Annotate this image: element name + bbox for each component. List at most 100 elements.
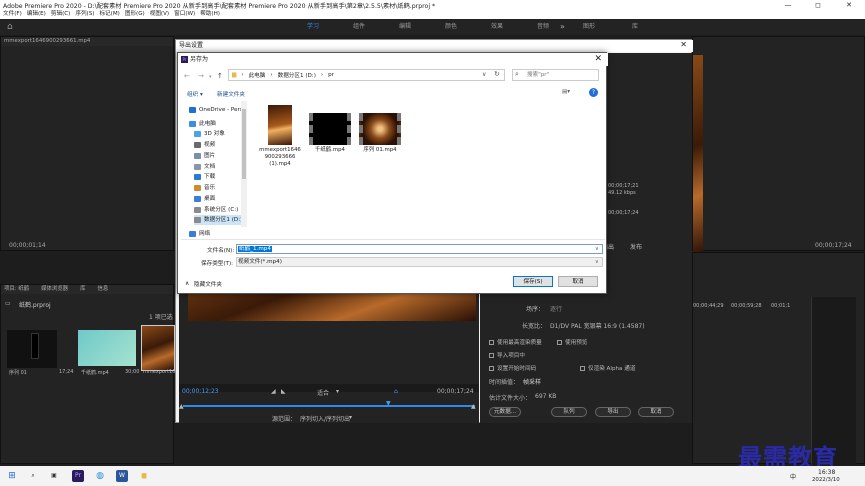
up-icon[interactable]: ↑ [217,72,223,80]
refresh-icon[interactable]: ↻ [494,70,500,78]
search-input[interactable]: 搜索"pr" [512,69,599,81]
nav-network[interactable]: 网络 [189,229,210,239]
mark-out-icon[interactable]: ◣ [281,388,286,395]
file-item[interactable]: 序列 01.mp4 [358,113,402,154]
project-tab[interactable]: 项目: 纸鹤 [4,285,29,294]
publish-tab[interactable]: 发布 [630,242,642,251]
address-dropdown-icon[interactable]: ∨ [482,71,486,78]
range-in-handle-icon[interactable]: ▲ [179,403,184,410]
minimize-button[interactable]: — [773,0,803,10]
media-browser-tab[interactable]: 媒体浏览器 [41,285,68,294]
menu-markers[interactable]: 标记(M) [99,10,119,19]
chevron-down-icon[interactable]: ∨ [595,259,599,265]
address-bar[interactable]: ▆ › 此电脑 › 数据分区1 (D:) › pr [228,69,505,81]
breadcrumb-this-pc[interactable]: 此电脑 [249,71,266,79]
breadcrumb-drive[interactable]: 数据分区1 (D:) [278,71,316,79]
menu-file[interactable]: 文件(F) [3,10,22,19]
workspace-overflow-icon[interactable]: » [560,22,565,31]
menu-window[interactable]: 窗口(W) [174,10,195,19]
project-item-thumb[interactable] [7,330,57,368]
chevron-down-icon[interactable]: ▾ [349,414,352,421]
range-out-handle-icon[interactable]: ▲ [471,403,476,410]
nav-downloads[interactable]: 下载 [194,172,215,182]
zoom-select[interactable]: 适合 [317,388,329,397]
menu-sequence[interactable]: 序列(S) [75,10,94,19]
queue-button[interactable]: 队列 [551,407,587,417]
playhead-icon[interactable]: ▼ [386,400,391,407]
task-view-icon[interactable]: ▣ [48,470,60,482]
home-icon[interactable]: ⌂ [7,22,13,32]
help-icon[interactable]: ? [589,88,598,97]
filename-input[interactable]: 纸鹤_1.mp4 [236,244,603,254]
clock-time[interactable]: 16:38 [818,469,835,476]
nav-scrollbar[interactable] [241,101,247,227]
use-preview-checkbox[interactable]: 使用预览 [557,338,587,346]
export-cancel-button[interactable]: 取消 [638,407,674,417]
filetype-select[interactable]: 视频文件(*.mp4) [236,257,603,267]
chevron-down-icon[interactable]: ∨ [595,246,599,252]
ime-indicator[interactable]: 中 [790,472,796,481]
cancel-button[interactable]: 取消 [558,276,598,287]
save-button[interactable]: 保存(S) [513,276,553,287]
chevron-up-icon[interactable]: ∧ [185,280,189,287]
hide-folders-button[interactable]: 隐藏文件夹 [194,280,222,288]
nav-pictures[interactable]: 图片 [194,151,215,161]
project-item-thumb[interactable] [141,325,175,371]
export-range-bar[interactable] [183,405,475,407]
menu-edit[interactable]: 编辑(E) [27,10,46,19]
workspace-tab-learning[interactable]: 学习 [290,19,336,35]
source-range-select[interactable]: 序列切入/序列切出 [300,414,350,423]
organize-button[interactable]: 组织 ▾ [187,90,203,98]
sequence-marker-icon[interactable]: ⌂ [394,388,398,395]
chevron-down-icon[interactable]: ▾ [336,388,339,395]
premiere-taskbar-icon[interactable]: Pr [72,470,84,482]
new-folder-button[interactable]: 新建文件夹 [217,90,245,98]
info-tab[interactable]: 信息 [97,285,108,294]
nav-documents[interactable]: 文档 [194,162,215,172]
close-button[interactable]: ✕ [834,0,864,10]
start-timecode-checkbox[interactable]: 设置开始时间码 [489,364,536,372]
file-item[interactable]: 千纸鹤.mp4 [308,113,352,154]
metadata-button[interactable]: 元数据... [489,407,521,417]
nav-drive-d[interactable]: 数据分区1 (D:) [194,215,247,225]
workspace-tab-effects[interactable]: 效果 [474,19,520,35]
nav-music[interactable]: 音乐 [194,183,215,193]
workspace-tab-color[interactable]: 颜色 [428,19,474,35]
nav-onedrive[interactable]: OneDrive - Pers [189,105,243,115]
import-project-checkbox[interactable]: 导入项目中 [489,351,525,359]
save-as-close-icon[interactable]: ✕ [594,54,602,64]
clock-date[interactable]: 2022/3/10 [812,477,840,483]
export-dialog-close-icon[interactable]: ✕ [680,40,687,49]
word-icon[interactable]: W [116,470,128,482]
nav-scroll-thumb[interactable] [242,109,246,179]
nav-this-pc[interactable]: 此电脑 [189,119,216,129]
nav-videos[interactable]: 视频 [194,140,215,150]
nav-desktop[interactable]: 桌面 [194,194,215,204]
alpha-only-checkbox[interactable]: 仅渲染 Alpha 通道 [580,364,635,372]
file-item[interactable]: mmexport1646 900293666 (1).mp4 [257,105,303,168]
back-icon[interactable]: ← [184,72,190,80]
search-icon[interactable]: ⌕ [27,470,39,482]
menu-help[interactable]: 帮助(H) [200,10,220,19]
project-item-thumb[interactable] [78,330,136,366]
edge-icon[interactable]: ◍ [94,470,106,482]
mark-in-icon[interactable]: ◢ [271,388,276,395]
file-explorer-icon[interactable]: ▆ [138,470,150,482]
menu-graphics[interactable]: 图形(G) [125,10,145,19]
max-render-checkbox[interactable]: 使用最高渲染质量 [489,338,542,346]
interp-select[interactable]: 帧采样 [523,377,541,386]
recent-chevron-icon[interactable]: ▾ [209,74,212,80]
workspace-tab-editing[interactable]: 编辑 [382,19,428,35]
libraries-tab[interactable]: 库 [80,285,85,294]
nav-3d-objects[interactable]: 3D 对象 [194,129,225,139]
breadcrumb-pr[interactable]: pr [328,72,334,78]
forward-icon[interactable]: → [198,72,204,80]
menu-clip[interactable]: 剪辑(C) [51,10,70,19]
windows-start-icon[interactable]: ⊞ [6,470,18,482]
workspace-tab-libraries[interactable]: 库 [612,19,658,35]
view-options-icon[interactable]: ▤▾ [562,89,570,95]
nav-drive-c[interactable]: 系统分区 (C:) [194,205,238,215]
export-button[interactable]: 导出 [595,407,631,417]
menu-view[interactable]: 视图(V) [150,10,169,19]
workspace-tab-assembly[interactable]: 组件 [336,19,382,35]
